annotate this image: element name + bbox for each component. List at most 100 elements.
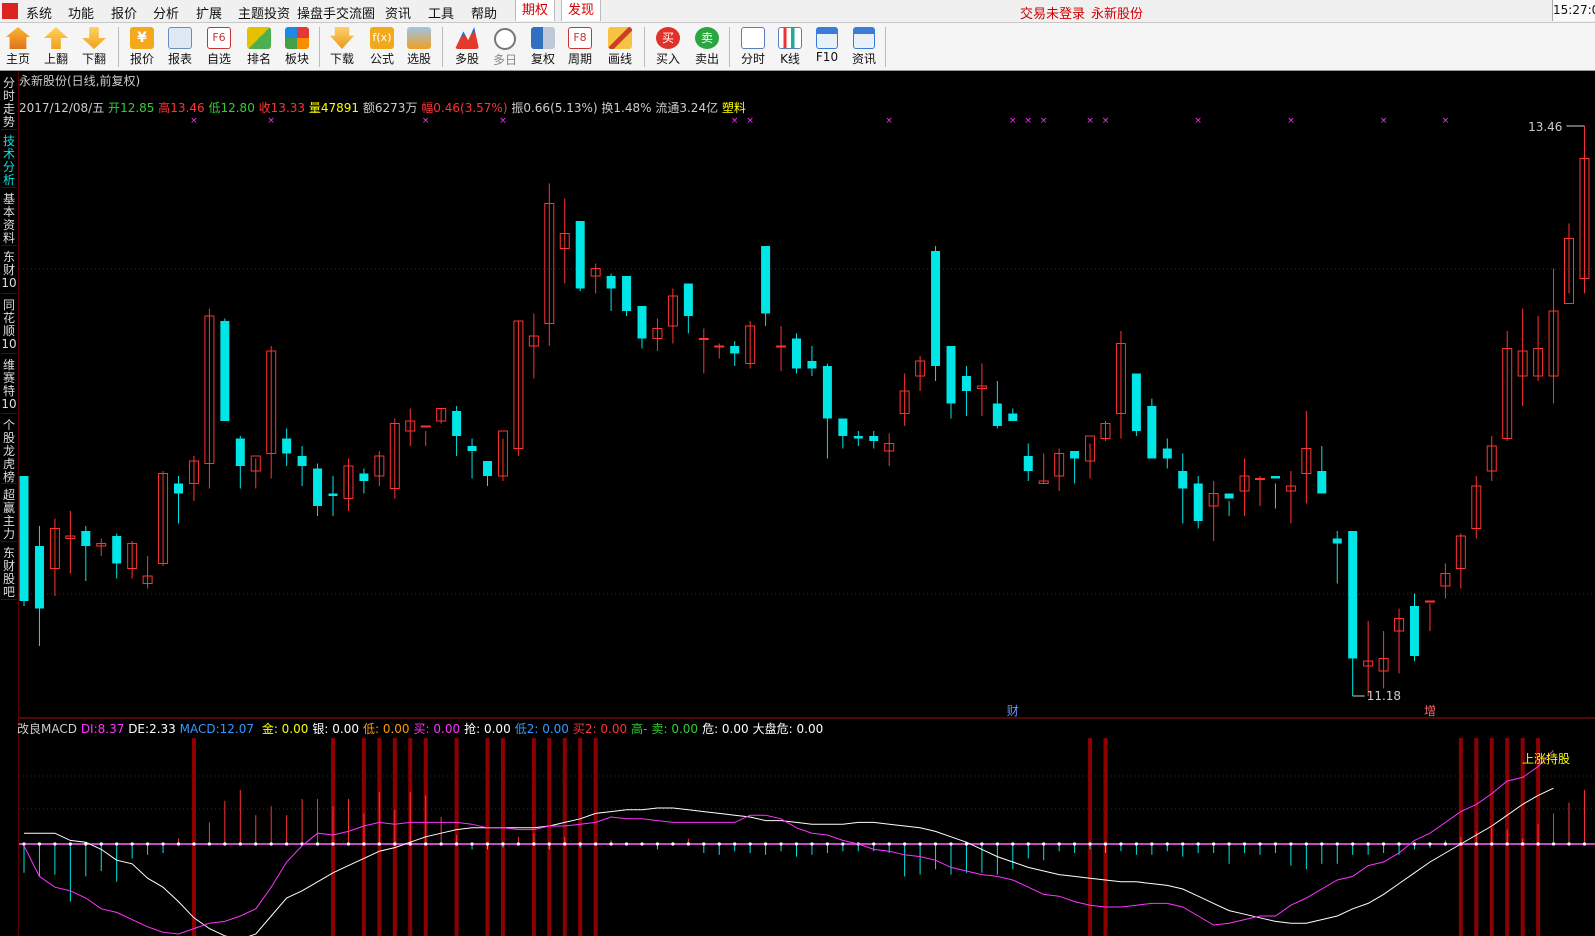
- f8-key-icon: F8: [568, 27, 592, 49]
- menu-item-discover[interactable]: 发现: [561, 0, 602, 21]
- event-marker: ×: [1442, 116, 1450, 126]
- macd-zero-dot: [362, 842, 366, 846]
- chart-area[interactable]: × × × × × × × × × × × × × × × × 13.4611.18财增: [19, 71, 1595, 936]
- macd-item: 抢: 0.00: [464, 722, 511, 736]
- signal-bar: [191, 738, 196, 936]
- candle-body: [1008, 413, 1018, 421]
- side-tab-weisaite10[interactable]: 维赛特10: [1, 359, 17, 414]
- sell-button[interactable]: 卖卖出: [689, 25, 725, 69]
- draw-line-button[interactable]: 画线: [602, 25, 638, 69]
- macd-zero-dot: [68, 842, 72, 846]
- event-marker: ×: [1287, 116, 1295, 126]
- candle-body: [235, 438, 245, 466]
- login-status[interactable]: 交易未登录: [1020, 3, 1085, 22]
- macd-zero-dot: [547, 842, 551, 846]
- sector-button[interactable]: 板块: [279, 25, 315, 69]
- buy-button[interactable]: 买买入: [650, 25, 686, 69]
- f10-button[interactable]: F10: [809, 25, 845, 69]
- watchlist-button[interactable]: F6 自选: [201, 25, 237, 69]
- multi-day-button[interactable]: 多日: [487, 25, 523, 69]
- candle-body: [1131, 373, 1141, 431]
- signal-bar: [500, 738, 505, 936]
- menu-item-function[interactable]: 功能: [68, 3, 94, 22]
- candle-body: [452, 411, 462, 436]
- menu-item-theme-invest[interactable]: 主题投资: [238, 3, 290, 22]
- macd-value: 12.07: [219, 722, 254, 736]
- side-tab-tonghuashun10[interactable]: 同花顺10: [1, 299, 17, 354]
- stock-picker-button[interactable]: 选股: [401, 25, 437, 69]
- period-button[interactable]: F8 周期: [562, 25, 598, 69]
- side-tab-forum[interactable]: 东财股吧: [1, 547, 17, 600]
- candle-body: [838, 418, 848, 436]
- side-tab-dragon-tiger[interactable]: 个股龙虎榜: [1, 419, 17, 484]
- intraday-button[interactable]: 分时: [735, 25, 771, 69]
- candle-body: [931, 251, 941, 366]
- macd-zero-dot: [470, 842, 474, 846]
- formula-button[interactable]: f(x) 公式: [364, 25, 400, 69]
- indicator-name[interactable]: 改良MACD: [17, 722, 77, 736]
- candle-body: [946, 346, 956, 404]
- home-button[interactable]: 主页: [0, 25, 36, 69]
- menu-item-trader-circle[interactable]: 操盘手交流圈: [297, 3, 375, 22]
- macd-zero-dot: [331, 842, 335, 846]
- report-button[interactable]: 报表: [162, 25, 198, 69]
- candle-body: [1255, 478, 1265, 480]
- macd-zero-dot: [872, 842, 876, 846]
- macd-zero-dot: [1088, 842, 1092, 846]
- side-tab-eastmoney10[interactable]: 东财10: [1, 251, 17, 294]
- menu-item-quote[interactable]: 报价: [111, 3, 137, 22]
- side-tab-main-force[interactable]: 超赢主力: [1, 489, 17, 542]
- macd-zero-dot: [794, 842, 799, 846]
- sector-grid-icon: [285, 27, 309, 49]
- multi-stock-button[interactable]: 多股: [449, 25, 485, 69]
- menu-item-extend[interactable]: 扩展: [196, 3, 222, 22]
- macd-zero-dot: [238, 842, 242, 846]
- macd-zero-dot: [594, 842, 598, 846]
- ranking-button[interactable]: 排名: [241, 25, 277, 69]
- kline-button[interactable]: K线: [772, 25, 808, 69]
- macd-zero-dot: [346, 842, 351, 846]
- menu-item-system[interactable]: 系统: [26, 3, 52, 22]
- candle-body: [19, 476, 29, 601]
- menu-item-news[interactable]: 资讯: [385, 3, 411, 22]
- side-tab-technical[interactable]: 技术分析: [1, 135, 17, 188]
- candle-body: [1178, 471, 1188, 489]
- candle-body: [1424, 600, 1435, 603]
- side-tab-intraday[interactable]: 分时走势: [1, 77, 17, 130]
- page-up-button[interactable]: 上翻: [38, 25, 74, 69]
- quote-button[interactable]: ¥ 报价: [124, 25, 160, 69]
- amount: 6273万: [374, 101, 418, 115]
- home-icon: [6, 27, 30, 49]
- news-icon: [853, 27, 875, 49]
- macd-zero-dot: [207, 842, 211, 846]
- menu-item-options[interactable]: 期权: [515, 0, 556, 21]
- event-finance-label: 财: [1007, 704, 1019, 718]
- macd-zero-dot: [1351, 842, 1355, 846]
- toolbar-separator: [118, 27, 119, 67]
- event-marker: ×: [1194, 116, 1202, 126]
- menu-item-help[interactable]: 帮助: [471, 3, 497, 22]
- open-price: 12.85: [120, 101, 155, 115]
- macd-zero-dot: [1103, 842, 1108, 846]
- download-button[interactable]: 下载: [324, 25, 360, 69]
- macd-zero-dot: [1443, 842, 1447, 846]
- event-marker: ×: [746, 116, 754, 126]
- adjust-rights-button[interactable]: 复权: [525, 25, 561, 69]
- news-button[interactable]: 资讯: [846, 25, 882, 69]
- macd-item: 买: 0.00: [413, 722, 461, 736]
- menu-item-analysis[interactable]: 分析: [153, 3, 179, 22]
- page-down-button[interactable]: 下翻: [76, 25, 112, 69]
- report-icon: [168, 27, 192, 49]
- quote-date: 2017/12/08/五: [19, 101, 105, 115]
- macd-zero-dot: [455, 842, 459, 846]
- macd-zero-dot: [377, 842, 381, 846]
- macd-zero-dot: [764, 842, 768, 846]
- side-tab-fundamentals[interactable]: 基本资料: [1, 193, 17, 246]
- macd-zero-dot: [903, 842, 907, 846]
- macd-zero-dot: [1258, 842, 1262, 846]
- industry[interactable]: 塑料: [722, 101, 746, 115]
- menu-item-tools[interactable]: 工具: [428, 3, 454, 22]
- toolbar-separator: [442, 27, 443, 67]
- macd-zero-dot: [702, 842, 706, 846]
- download-icon: [330, 27, 354, 49]
